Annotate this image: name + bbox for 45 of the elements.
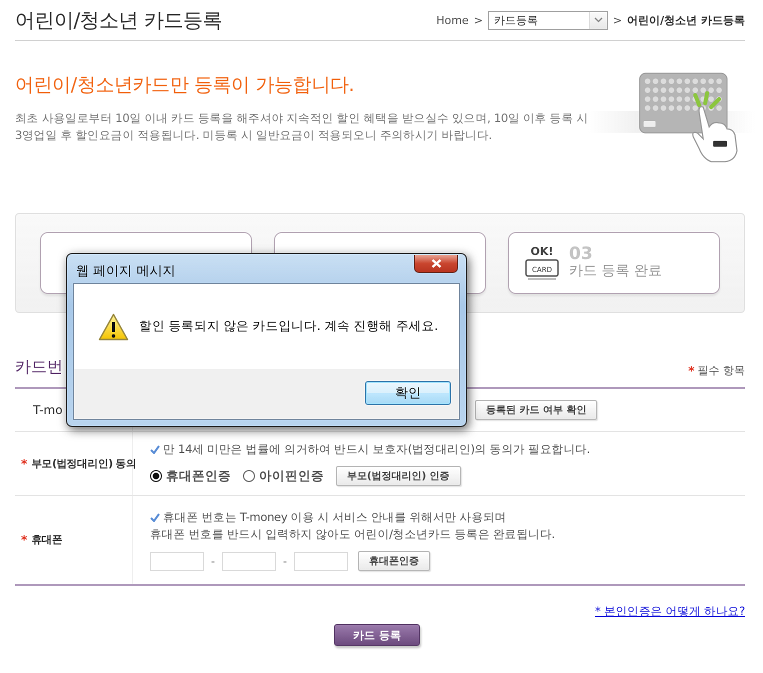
- register-card-button[interactable]: 카드 등록: [334, 624, 420, 646]
- step-label: 카드 등록 완료: [569, 263, 662, 280]
- close-icon: [430, 259, 442, 268]
- check-icon: [150, 445, 160, 454]
- radio-button[interactable]: [150, 470, 162, 482]
- dialog-title: 웹 페이지 메시지: [76, 263, 176, 280]
- phone-input[interactable]: [150, 552, 204, 570]
- phone-input[interactable]: [222, 552, 276, 570]
- warning-icon: [98, 312, 129, 340]
- required-mark: *: [21, 533, 28, 547]
- breadcrumb-separator: >: [612, 14, 622, 26]
- ok-label: OK!: [530, 246, 554, 258]
- phone-auth-button[interactable]: 휴대폰인증: [358, 551, 430, 571]
- required-legend: 필수 항목: [698, 363, 745, 378]
- field-label: 휴대폰: [31, 533, 62, 547]
- phone-separator: -: [282, 554, 288, 568]
- check-card-button[interactable]: 등록된 카드 여부 확인: [475, 400, 598, 420]
- step-number: 03: [569, 246, 594, 263]
- dialog-message: 할인 등록되지 않은 카드입니다. 계속 진행해 주세요.: [139, 318, 438, 335]
- required-mark: *: [21, 456, 28, 470]
- check-icon: [150, 513, 160, 522]
- guardian-auth-button[interactable]: 부모(법정대리인) 인증: [336, 466, 461, 486]
- phone-input[interactable]: [294, 552, 348, 570]
- chevron-down-icon: [594, 17, 603, 23]
- field-label: 부모(법정대리인) 동의: [31, 456, 136, 470]
- note-text: 휴대폰 번호는 T-money 이용 시 서비스 안내를 위해서만 사용되며: [163, 509, 506, 526]
- note-text: 휴대폰 번호를 반드시 입력하지 않아도 어린이/청소년카드 등록은 완료됩니다.: [150, 526, 555, 543]
- section-title: 카드번: [15, 357, 64, 378]
- required-mark: *: [688, 364, 694, 378]
- home-link[interactable]: Home: [436, 14, 469, 26]
- radio-label[interactable]: 휴대폰인증: [166, 468, 231, 484]
- notice-heading: 어린이/청소년카드만 등록이 가능합니다.: [15, 73, 356, 98]
- phone-separator: -: [210, 554, 216, 568]
- close-button[interactable]: [414, 255, 458, 273]
- breadcrumb-separator: >: [474, 14, 483, 26]
- radio-button[interactable]: [243, 470, 255, 482]
- note-text: 만 14세 미만은 법률에 의거하여 반드시 보호자(법정대리인)의 동의가 필요합니다.: [163, 441, 590, 458]
- help-link[interactable]: * 본인인증은 어떻게 하나요?: [594, 604, 745, 619]
- breadcrumb-current: 어린이/청소년 카드등록: [627, 12, 745, 28]
- ok-button[interactable]: 확인: [365, 381, 451, 405]
- notice-description: 최초 사용일로부터 10일 이내 카드 등록을 해주셔야 지속적인 할인 혜택을 받으실수 있으며, 10일 이후 등록 시 3영업일 후 할인요금이 적용됩니다. 미등록 시 일반요금이 적용되오니 주의하시기 바랍니다.: [15, 110, 588, 144]
- field-label: T-mo: [33, 403, 63, 417]
- category-select[interactable]: 카드등록: [488, 10, 608, 30]
- radio-label[interactable]: 아이핀인증: [259, 468, 324, 484]
- page-title: 어린이/청소년 카드등록: [15, 6, 222, 34]
